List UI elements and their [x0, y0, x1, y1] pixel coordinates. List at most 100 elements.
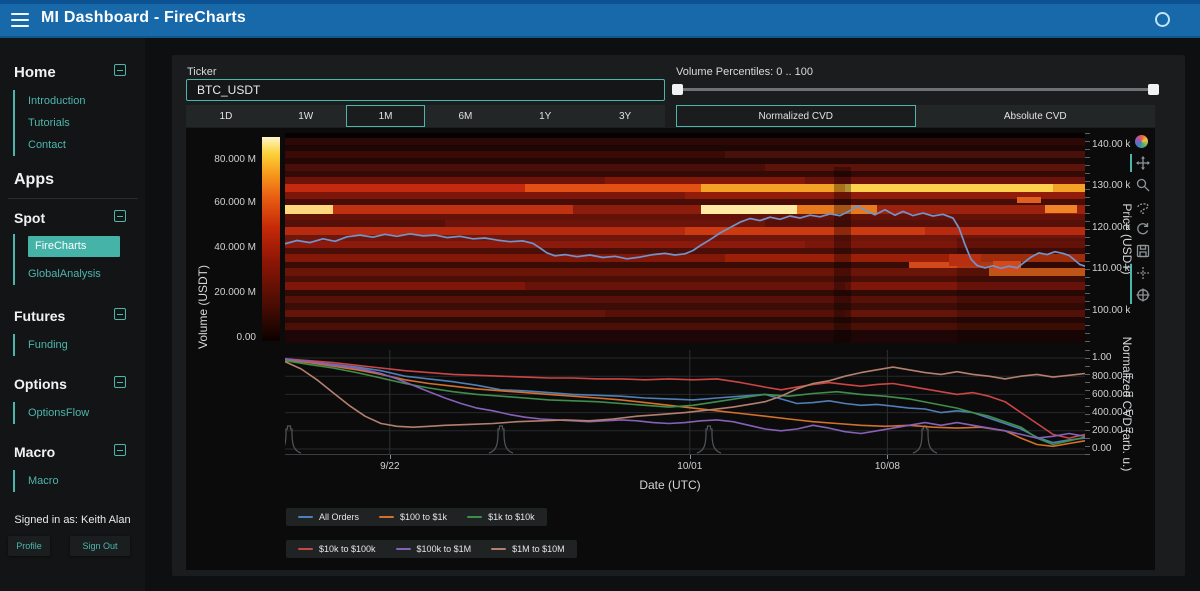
price-tick: 140.00 k [1092, 139, 1130, 150]
absolute-cvd-button[interactable]: Absolute CVD [916, 105, 1156, 127]
content-card: Ticker Volume Percentiles: 0 .. 100 1D 1… [172, 55, 1185, 576]
legend-row-1: All Orders $100 to $1k $1k to $10k [286, 508, 547, 526]
collapse-icon[interactable] [114, 376, 126, 388]
sidebar-group-home: Introduction Tutorials Contact [13, 90, 131, 156]
volume-colorbar [262, 137, 280, 341]
colorbar-tick: 40.000 M [186, 242, 256, 253]
price-tick: 100.00 k [1092, 305, 1130, 316]
modebar-active-indicator [1130, 264, 1132, 304]
colorbar-tick: 80.000 M [186, 154, 256, 165]
legend-item[interactable]: $1k to $10k [467, 512, 535, 522]
menu-icon[interactable] [11, 13, 29, 28]
x-axis-title: Date (UTC) [620, 478, 720, 492]
range-button-1y[interactable]: 1Y [505, 105, 585, 127]
sidebar-item-introduction[interactable]: Introduction [28, 90, 131, 112]
cvd-tick: 1.00 [1092, 352, 1111, 363]
lasso-select-icon[interactable] [1134, 198, 1152, 216]
plotly-logo-icon[interactable] [1134, 132, 1152, 150]
range-button-3y[interactable]: 3Y [585, 105, 665, 127]
x-tick-mark [390, 455, 391, 459]
sidebar-header-home: Home [14, 64, 134, 81]
x-tick-label: 10/08 [875, 461, 900, 472]
app-root: MI Dashboard - FireCharts Home Introduct… [0, 0, 1200, 591]
legend-swatch [298, 516, 313, 519]
zoom-icon[interactable] [1134, 176, 1152, 194]
sidebar-group-spot: FireCharts GlobalAnalysis [13, 234, 131, 285]
cvd-chart[interactable] [285, 350, 1085, 455]
volume-percentiles-label: Volume Percentiles: 0 .. 100 [676, 66, 813, 78]
sidebar-header-futures: Futures [14, 308, 134, 324]
x-tick-mark [887, 455, 888, 459]
cvd-toggle-group: Normalized CVD Absolute CVD [676, 105, 1155, 127]
sidebar-item-tutorials[interactable]: Tutorials [28, 112, 131, 134]
cvd-plot [285, 350, 1085, 455]
collapse-icon[interactable] [114, 444, 126, 456]
sidebar-header-options: Options [14, 376, 134, 392]
cvd-axis-ticks [1085, 350, 1090, 455]
sign-out-button[interactable]: Sign Out [70, 536, 130, 556]
legend-item[interactable]: $100k to $1M [396, 544, 472, 554]
range-button-1m[interactable]: 1M [346, 105, 426, 127]
app-bar: MI Dashboard - FireCharts [0, 0, 1200, 38]
sidebar: Home Introduction Tutorials Contact Apps… [0, 38, 145, 591]
sidebar-item-firecharts[interactable]: FireCharts [28, 236, 120, 257]
range-button-group: 1D 1W 1M 6M 1Y 3Y [186, 105, 665, 127]
price-line-chart [285, 133, 1085, 343]
volume-axis-title: Volume (USDT) [196, 257, 210, 357]
price-line [285, 206, 1085, 268]
cvd-axis-title: Normalized CVD (arb. u.) [1120, 319, 1134, 489]
x-tick-label: 9/22 [380, 461, 399, 472]
app-title: MI Dashboard - FireCharts [41, 9, 246, 27]
slider-handle-min[interactable] [672, 84, 683, 95]
range-button-1d[interactable]: 1D [186, 105, 266, 127]
collapse-icon[interactable] [114, 308, 126, 320]
legend-item[interactable]: $100 to $1k [379, 512, 447, 522]
sidebar-header-spot: Spot [14, 210, 134, 226]
legend-swatch [467, 516, 482, 519]
sidebar-item-macro[interactable]: Macro [28, 470, 131, 492]
sidebar-item-funding[interactable]: Funding [28, 334, 131, 356]
legend-row-2: $10k to $100k $100k to $1M $1M to $10M [286, 540, 577, 558]
volume-heatmap[interactable] [285, 133, 1085, 343]
legend-item[interactable]: $1M to $10M [491, 544, 565, 554]
x-tick-mark [690, 455, 691, 459]
sidebar-group-macro: Macro [13, 470, 131, 492]
sidebar-header-macro: Macro [14, 444, 134, 460]
volume-percentiles-slider[interactable] [676, 88, 1155, 91]
sidebar-group-futures: Funding [13, 334, 131, 356]
modebar-active-indicator [1130, 154, 1132, 172]
collapse-icon[interactable] [114, 64, 126, 76]
legend-swatch [379, 516, 394, 519]
cvd-tick: 0.00 [1092, 443, 1111, 454]
range-button-6m[interactable]: 6M [425, 105, 505, 127]
normalized-cvd-button[interactable]: Normalized CVD [676, 105, 916, 127]
divider [8, 198, 138, 199]
profile-button[interactable]: Profile [8, 536, 50, 556]
pan-icon[interactable] [1134, 154, 1152, 172]
firechart-figure: 80.000 M 60.000 M 40.000 M 20.000 M 0.00… [186, 128, 1155, 570]
save-icon[interactable] [1134, 242, 1152, 260]
price-axis-ticks [1085, 133, 1090, 343]
sidebar-header-apps: Apps [14, 171, 134, 189]
sidebar-item-optionsflow[interactable]: OptionsFlow [28, 402, 131, 424]
collapse-icon[interactable] [114, 210, 126, 222]
legend-swatch [298, 548, 313, 551]
x-tick-label: 10/01 [677, 461, 702, 472]
crosshair-icon[interactable] [1134, 286, 1152, 304]
legend-item[interactable]: $10k to $100k [298, 544, 376, 554]
legend-swatch [491, 548, 506, 551]
spikelines-icon[interactable] [1134, 264, 1152, 282]
signed-in-text: Signed in as: Keith Alan [0, 514, 145, 526]
legend-item[interactable]: All Orders [298, 512, 359, 522]
ticker-input[interactable] [186, 79, 665, 101]
reset-axes-icon[interactable] [1134, 220, 1152, 238]
loading-ring-icon [1155, 12, 1170, 27]
colorbar-tick: 60.000 M [186, 197, 256, 208]
sidebar-item-globalanalysis[interactable]: GlobalAnalysis [28, 263, 131, 285]
legend-swatch [396, 548, 411, 551]
ticker-label: Ticker [187, 66, 217, 78]
slider-handle-max[interactable] [1148, 84, 1159, 95]
sidebar-group-options: OptionsFlow [13, 402, 131, 424]
range-button-1w[interactable]: 1W [266, 105, 346, 127]
sidebar-item-contact[interactable]: Contact [28, 134, 131, 156]
